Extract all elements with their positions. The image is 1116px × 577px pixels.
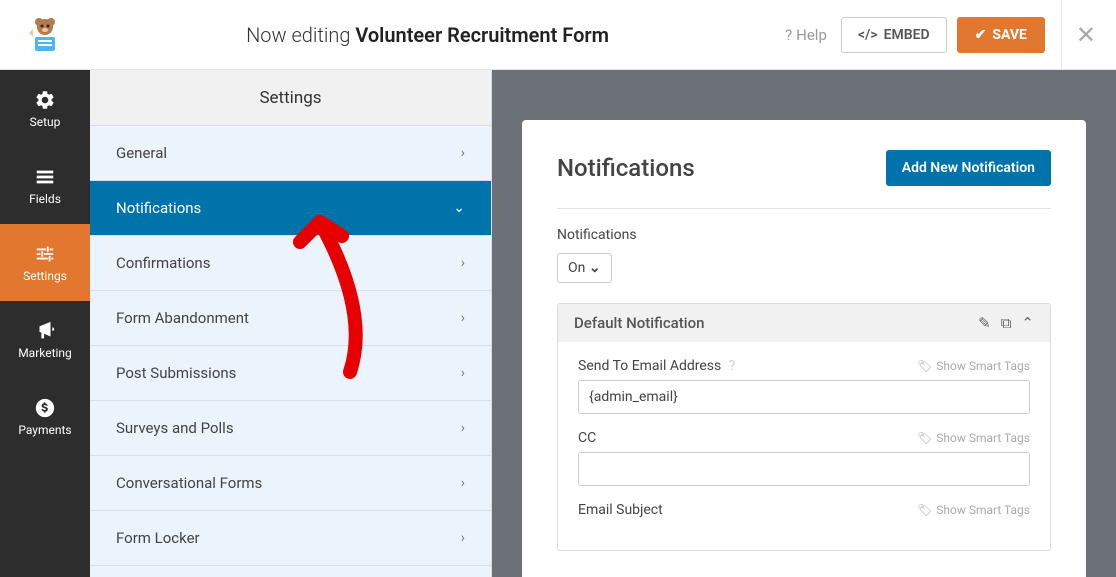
header-bar: Now editing Volunteer Recruitment Form ?… [0, 0, 1116, 70]
settings-item-general[interactable]: General › [90, 126, 491, 181]
rail-item-settings[interactable]: Settings [0, 224, 90, 301]
code-icon: </> [858, 27, 878, 43]
show-smart-tags-link[interactable]: 🏷Show Smart Tags [917, 431, 1030, 445]
chevron-right-icon: › [461, 420, 465, 436]
rail-item-marketing[interactable]: Marketing [0, 301, 90, 378]
app-logo [20, 10, 70, 60]
rail-item-setup[interactable]: Setup [0, 70, 90, 147]
gear-icon [34, 89, 56, 111]
help-icon[interactable]: ? [729, 358, 736, 374]
settings-item-surveys-polls[interactable]: Surveys and Polls › [90, 401, 491, 456]
send-to-input[interactable] [578, 380, 1030, 414]
settings-sidebar: Settings General › Notifications ⌄ Confi… [90, 70, 492, 577]
chevron-right-icon: › [461, 475, 465, 491]
notification-box-header: Default Notification ✎ ⧉ ⌃ [558, 304, 1050, 342]
collapse-icon[interactable]: ⌃ [1021, 314, 1034, 332]
show-smart-tags-link[interactable]: 🏷Show Smart Tags [917, 503, 1030, 517]
panel-title: Notifications [557, 154, 695, 182]
notifications-panel: Notifications Add New Notification Notif… [522, 120, 1086, 577]
tag-icon: 🏷 [917, 431, 932, 445]
settings-item-notifications[interactable]: Notifications ⌄ [90, 181, 491, 236]
help-link[interactable]: ? Help [785, 26, 827, 44]
dollar-icon [34, 397, 56, 419]
list-icon [34, 166, 56, 188]
editing-title: Now editing Volunteer Recruitment Form [70, 23, 785, 47]
bullhorn-icon [34, 320, 56, 342]
copy-icon[interactable]: ⧉ [1001, 314, 1012, 332]
close-button[interactable]: ✕ [1061, 0, 1096, 70]
settings-item-conversational-forms[interactable]: Conversational Forms › [90, 456, 491, 511]
editing-prefix: Now editing [246, 23, 355, 47]
settings-item-confirmations[interactable]: Confirmations › [90, 236, 491, 291]
notification-title: Default Notification [574, 314, 704, 332]
help-label: Help [796, 26, 827, 44]
embed-button[interactable]: </> EMBED [841, 17, 947, 53]
rail-item-fields[interactable]: Fields [0, 147, 90, 224]
settings-item-post-submissions[interactable]: Post Submissions › [90, 346, 491, 401]
chevron-right-icon: › [461, 310, 465, 326]
show-smart-tags-link[interactable]: 🏷Show Smart Tags [917, 359, 1030, 373]
chevron-right-icon: › [461, 365, 465, 381]
help-icon: ? [785, 26, 792, 44]
chevron-right-icon: › [461, 255, 465, 271]
save-button[interactable]: ✔ SAVE [957, 17, 1045, 53]
form-name: Volunteer Recruitment Form [355, 23, 609, 47]
add-new-notification-button[interactable]: Add New Notification [886, 150, 1051, 186]
chevron-right-icon: › [461, 530, 465, 546]
chevron-down-icon: ⌄ [453, 200, 465, 216]
chevron-right-icon: › [461, 145, 465, 161]
notifications-toggle-label: Notifications [557, 227, 1051, 243]
left-rail: Setup Fields Settings Marketing Payments [0, 70, 90, 577]
check-icon: ✔ [975, 27, 987, 43]
edit-icon[interactable]: ✎ [978, 314, 991, 332]
tag-icon: 🏷 [917, 359, 932, 373]
settings-item-form-abandonment[interactable]: Form Abandonment › [90, 291, 491, 346]
subject-label: Email Subject [578, 502, 663, 518]
settings-header: Settings [90, 70, 491, 126]
default-notification-box: Default Notification ✎ ⧉ ⌃ Send To Email… [557, 303, 1051, 551]
rail-item-payments[interactable]: Payments [0, 378, 90, 455]
sliders-icon [34, 243, 56, 265]
notifications-toggle-select[interactable]: On [557, 253, 612, 283]
cc-input[interactable] [578, 452, 1030, 486]
cc-label: CC [578, 430, 596, 446]
tag-icon: 🏷 [917, 503, 932, 517]
send-to-label: Send To Email Address ? [578, 358, 735, 374]
close-icon: ✕ [1076, 21, 1096, 49]
settings-item-form-locker[interactable]: Form Locker › [90, 511, 491, 566]
main-content: Notifications Add New Notification Notif… [492, 70, 1116, 577]
